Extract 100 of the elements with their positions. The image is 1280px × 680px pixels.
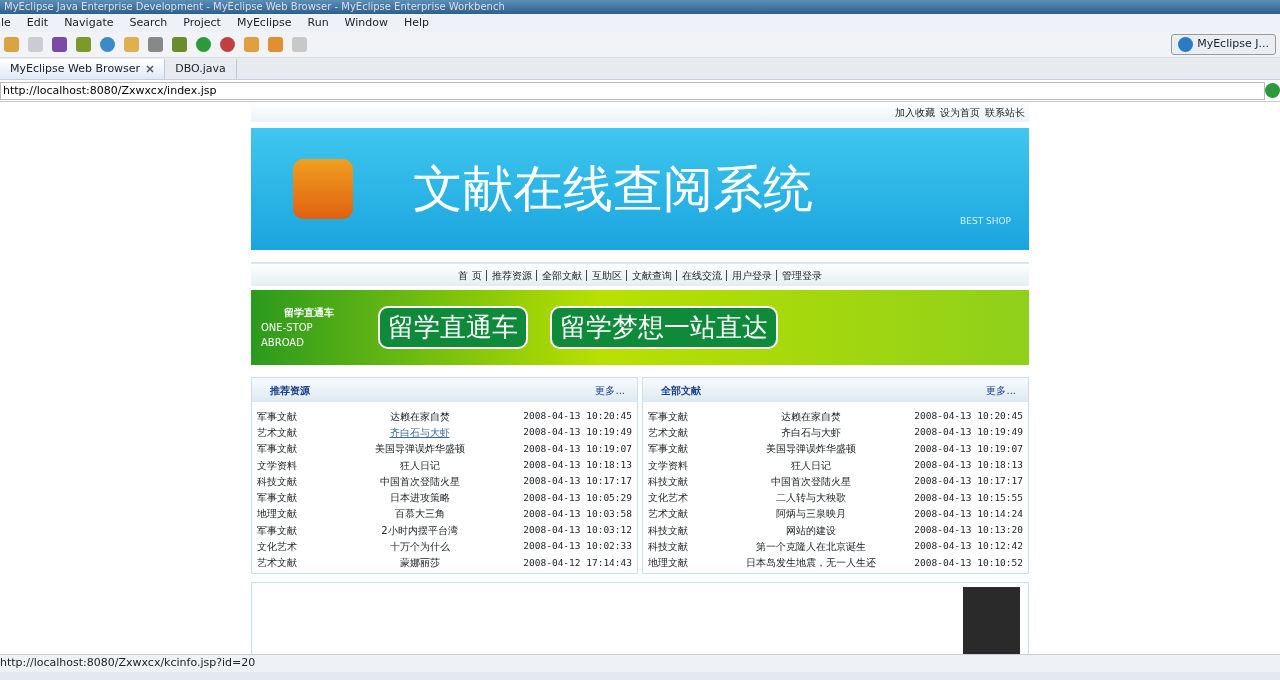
more-link[interactable]: 更多... — [595, 382, 625, 398]
category-cell-text: 军事文献 — [257, 523, 298, 538]
article-link[interactable]: 日本岛发生地震，无一人生还 — [718, 555, 903, 571]
site-title: 文献在线查阅系统 — [413, 164, 813, 214]
article-link[interactable]: 狂人日记 — [718, 457, 903, 473]
square-icon[interactable] — [4, 37, 19, 52]
nav-link[interactable]: 首 页 — [458, 267, 482, 283]
category-cell-text: 艺术文献 — [257, 556, 298, 571]
menu-item[interactable]: Help — [403, 14, 431, 32]
article-link[interactable]: 阿炳与三泉映月 — [718, 506, 903, 522]
article-link[interactable]: 齐白石与大虾 — [327, 424, 512, 440]
article-link[interactable]: 达赖在家自焚 — [718, 408, 903, 424]
editor-tab[interactable]: DBO.java — [165, 58, 237, 79]
ad-slogan: 留学直通车 — [378, 306, 528, 349]
category-cell-text: 文化艺术 — [257, 540, 298, 554]
menu-item[interactable]: Window — [343, 14, 389, 32]
category-cell-text: 文学资料 — [257, 458, 298, 473]
status-text: http://localhost:8080/Zxwxcx/kcinfo.jsp?id=20 — [0, 655, 256, 672]
article-link[interactable]: 百慕大三角 — [327, 506, 512, 522]
date-cell-text: 2008-04-13 10:19:49 — [522, 425, 632, 440]
nav-link[interactable]: 管理登录 — [775, 269, 822, 281]
article-link[interactable]: 十万个为什么 — [327, 539, 512, 554]
category-cell-text: 艺术文献 — [648, 507, 689, 522]
date-cell-text: 2008-04-13 10:20:45 — [522, 409, 632, 423]
date-cell-text: 2008-04-13 10:03:12 — [522, 523, 632, 538]
category-cell-text: 地理文献 — [257, 507, 298, 522]
category-cell-text: 文学资料 — [648, 458, 689, 473]
article-link[interactable]: 2小时内摆平台湾 — [327, 522, 512, 538]
date-cell-text: 2008-04-13 10:05:29 — [522, 490, 632, 505]
panel-title: 全部文献 — [661, 383, 701, 398]
date-cell-text: 2008-04-13 10:13:20 — [913, 523, 1023, 538]
panel-title: 推荐资源 — [270, 383, 310, 398]
menu-item[interactable]: Project — [182, 14, 222, 32]
window-title: MyEclipse Java Enterprise Development - MyEclipse Web Browser - MyEclipse Enterprise Workbench — [0, 0, 1280, 14]
category-cell-text: 科技文献 — [257, 474, 298, 489]
article-link[interactable]: 中国首次登陆火星 — [718, 473, 903, 489]
date-cell-text: 2008-04-13 10:19:07 — [913, 441, 1023, 456]
nav-link[interactable]: 全部文献 — [535, 269, 582, 281]
circle-icon[interactable] — [1178, 37, 1194, 52]
top-link[interactable]: 设为首页 — [940, 104, 980, 120]
article-link[interactable]: 美国导弹误炸华盛顿 — [718, 441, 903, 457]
date-cell-text: 2008-04-13 10:14:24 — [913, 506, 1023, 521]
category-cell-text: 军事文献 — [257, 442, 298, 457]
perspective-button[interactable]: MyEclipse J... — [1171, 34, 1276, 55]
category-cell-text: 军事文献 — [257, 491, 298, 506]
top-link[interactable]: 加入收藏 — [895, 104, 935, 120]
ad-logo-subtitle: ONE-STOP ABROAD — [261, 321, 314, 350]
date-cell-text: 2008-04-13 10:18:13 — [522, 457, 632, 472]
photo-placeholder — [963, 587, 1020, 654]
date-cell-text: 2008-04-13 10:20:45 — [913, 409, 1023, 423]
date-cell-text: 2008-04-13 10:19:49 — [913, 425, 1023, 440]
category-cell-text: 科技文献 — [648, 474, 689, 489]
ad-logo-text: 留学直通车 — [283, 306, 334, 320]
menu-item[interactable]: Edit — [25, 14, 50, 32]
date-cell-text: 2008-04-13 10:02:33 — [522, 539, 632, 554]
article-link[interactable]: 中国首次登陆火星 — [327, 473, 512, 489]
date-cell-text: 2008-04-13 10:03:58 — [522, 506, 632, 521]
category-cell-text: 军事文献 — [648, 442, 689, 457]
category-cell-text: 军事文献 — [648, 409, 689, 424]
article-link[interactable]: 齐白石与大虾 — [718, 424, 903, 440]
nav-link[interactable]: 文献查询 — [625, 269, 672, 281]
category-cell-text: 科技文献 — [648, 523, 689, 538]
article-link[interactable]: 达赖在家自焚 — [327, 408, 512, 424]
menu-item[interactable]: le — [0, 14, 12, 32]
article-link[interactable]: 美国导弹误炸华盛顿 — [327, 441, 512, 457]
article-link[interactable]: 狂人日记 — [327, 457, 512, 473]
article-link[interactable]: 日本进攻策略 — [327, 490, 512, 506]
menu-item[interactable]: Search — [128, 14, 169, 32]
date-cell-text: 2008-04-12 17:14:43 — [522, 555, 632, 570]
category-cell-text: 文化艺术 — [648, 491, 689, 506]
date-cell-text: 2008-04-13 10:18:13 — [913, 457, 1023, 472]
menu-item[interactable]: Navigate — [63, 14, 115, 32]
nav-link[interactable]: 互助区 — [585, 269, 622, 281]
menu-item[interactable]: Run — [306, 14, 330, 32]
address-field[interactable]: http://localhost:8080/Zxwxcx/index.jsp — [0, 81, 1265, 100]
nav-link[interactable]: 推荐资源 — [485, 269, 532, 281]
article-link[interactable]: 二人转与大秧歌 — [718, 490, 903, 506]
close-icon[interactable] — [146, 64, 155, 73]
date-cell-text: 2008-04-13 10:15:55 — [913, 490, 1023, 505]
editor-tab[interactable]: MyEclipse Web Browser — [0, 58, 166, 79]
nav-link[interactable]: 在线交流 — [675, 269, 722, 281]
date-cell-text: 2008-04-13 10:12:42 — [913, 539, 1023, 554]
date-cell-text: 2008-04-13 10:10:52 — [913, 555, 1023, 570]
banner-caption: BEST SHOP — [960, 214, 1011, 228]
article-link[interactable]: 蒙娜丽莎 — [327, 555, 512, 571]
date-cell-text: 2008-04-13 10:19:07 — [522, 441, 632, 456]
date-cell-text: 2008-04-13 10:17:17 — [522, 474, 632, 489]
article-link[interactable]: 网站的建设 — [718, 522, 903, 538]
article-link[interactable]: 第一个克隆人在北京诞生 — [718, 539, 903, 554]
menu-item[interactable]: MyEclipse — [235, 14, 293, 32]
category-cell-text: 军事文献 — [257, 409, 298, 424]
ad-slogan: 留学梦想一站直达 — [550, 306, 778, 349]
more-link[interactable]: 更多... — [986, 382, 1016, 398]
category-cell-text: 地理文献 — [648, 556, 689, 571]
logo-icon — [293, 159, 353, 219]
category-cell-text: 艺术文献 — [257, 425, 298, 440]
top-link[interactable]: 联系站长 — [985, 104, 1025, 120]
category-cell-text: 艺术文献 — [648, 425, 689, 440]
nav-link[interactable]: 用户登录 — [725, 269, 772, 281]
category-cell-text: 科技文献 — [648, 540, 689, 554]
